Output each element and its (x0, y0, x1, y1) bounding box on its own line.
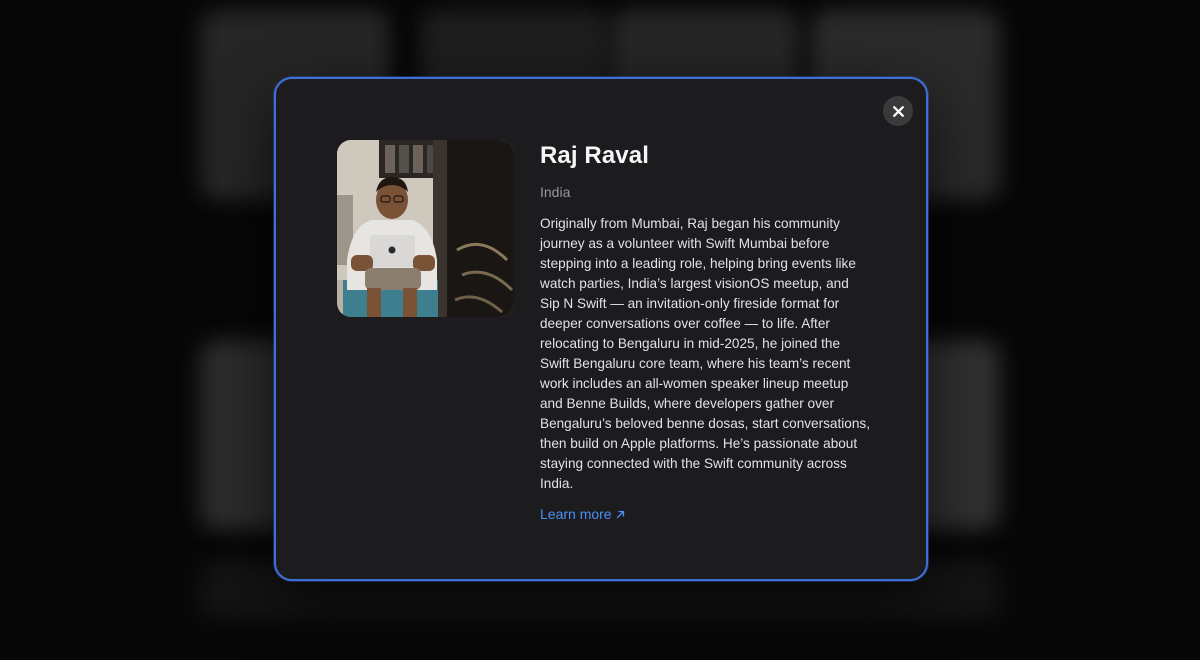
profile-modal: Raj Raval India Originally from Mumbai, … (274, 77, 928, 581)
profile-info: Raj Raval India Originally from Mumbai, … (540, 140, 870, 524)
profile-bio: Originally from Mumbai, Raj began his co… (540, 216, 870, 491)
close-button[interactable] (883, 96, 913, 126)
profile-photo (337, 140, 514, 317)
profile-country: India (540, 184, 571, 200)
close-icon (892, 105, 904, 117)
profile-name: Raj Raval (540, 142, 649, 169)
learn-more-link[interactable]: Learn more (540, 504, 625, 524)
learn-more-label: Learn more (540, 506, 612, 522)
arrow-up-right-icon (616, 510, 624, 518)
